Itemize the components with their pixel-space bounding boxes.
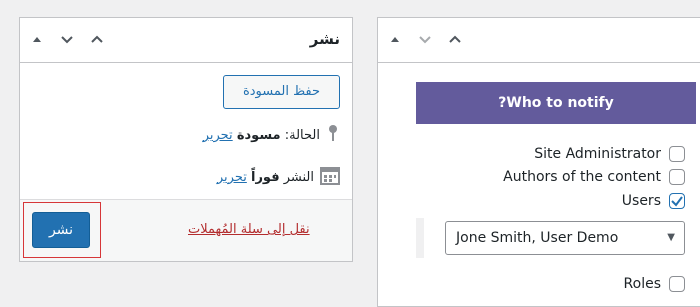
- select-gutter: [416, 218, 424, 258]
- option-label: Authors of the content: [503, 169, 661, 185]
- chevron-up-icon[interactable]: [448, 32, 462, 46]
- publish-button[interactable]: نشر: [32, 212, 90, 248]
- option-label: Users: [621, 193, 661, 209]
- chevron-down-icon[interactable]: [418, 32, 432, 46]
- save-draft-button[interactable]: حفظ المسودة: [223, 75, 340, 109]
- calendar-icon: [320, 165, 340, 189]
- option-label: Site Administrator: [534, 146, 661, 162]
- roles-checkbox[interactable]: [669, 276, 685, 292]
- option-roles[interactable]: Roles: [624, 274, 685, 294]
- user-select-value: Jone Smith, User Demo: [456, 230, 619, 246]
- option-label: Roles: [623, 276, 661, 292]
- publish-schedule-row: النشر فوراً تحرير: [217, 167, 340, 187]
- publish-label: النشر: [283, 169, 314, 185]
- users-checkbox[interactable]: [669, 193, 685, 209]
- triangle-up-icon[interactable]: [30, 32, 44, 46]
- option-site-administrator[interactable]: Site Administrator: [534, 144, 685, 164]
- who-to-notify-heading: ?Who to notify: [416, 82, 696, 124]
- publish-value: فوراً: [250, 169, 280, 185]
- option-users[interactable]: Users: [622, 191, 685, 211]
- dropdown-caret-icon: ▼: [667, 232, 675, 243]
- status-edit-link[interactable]: تحرير: [203, 128, 233, 143]
- option-authors[interactable]: Authors of the content: [503, 167, 685, 187]
- triangle-up-icon[interactable]: [388, 32, 402, 46]
- chevron-up-icon[interactable]: [90, 32, 104, 46]
- notify-box-header: [378, 18, 700, 63]
- move-to-trash-link[interactable]: نقل إلى سلة المُهملات: [188, 222, 310, 237]
- publish-box-title: نشر: [309, 30, 340, 48]
- notify-box: ?Who to notify Site Administrator Author…: [377, 17, 700, 307]
- checkmark-icon: [671, 196, 683, 207]
- pin-icon: [326, 124, 340, 146]
- status-value: مسودة: [236, 127, 281, 143]
- chevron-down-icon[interactable]: [60, 32, 74, 46]
- status-row: الحالة: مسودة تحرير: [203, 125, 340, 145]
- status-label: الحالة:: [284, 127, 320, 143]
- site-administrator-checkbox[interactable]: [669, 146, 685, 162]
- publish-box-header: نشر: [20, 18, 352, 63]
- publish-box-footer: نشر نقل إلى سلة المُهملات: [20, 199, 352, 261]
- publish-edit-link[interactable]: تحرير: [217, 170, 247, 185]
- authors-checkbox[interactable]: [669, 169, 685, 185]
- user-select[interactable]: Jone Smith, User Demo ▼: [445, 221, 685, 255]
- publish-box: نشر حفظ المسودة الحالة: مسودة تحرير النش…: [19, 17, 353, 262]
